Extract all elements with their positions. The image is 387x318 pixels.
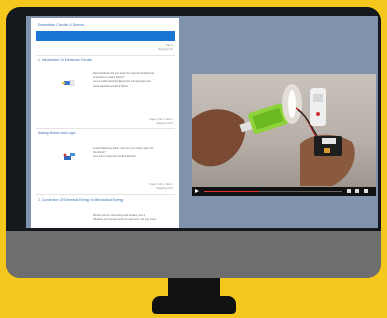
video-frame[interactable] (192, 74, 376, 187)
screen: Essentials: Circuits & Demos Part 1 Step… (26, 16, 378, 228)
video-controls (192, 187, 376, 196)
lesson-meta: Page 1 File 1 Task 1 Stepping 1/1 5 (150, 118, 173, 126)
lesson-line: Let us do it using the Control Remote. (93, 155, 137, 159)
section-title[interactable]: 2. Conversion Of Electrical Energy to Me… (38, 198, 123, 202)
divider (36, 55, 175, 56)
lesson-meta: Page 1 File 1 Task 1 Stepping 1/1 5 (150, 183, 173, 191)
course-header-bar (36, 31, 175, 41)
lesson-description: Dear Students! Do you know the central f… (93, 72, 159, 89)
video-player[interactable] (192, 74, 376, 196)
monitor-stand (168, 278, 220, 298)
lesson-line: parts required to build a Robot. (93, 84, 129, 88)
video-progress-bar[interactable] (204, 191, 342, 192)
divider (36, 194, 175, 195)
lesson-meta-line: Stepping 1/1 5 (156, 122, 173, 125)
divider (36, 128, 175, 129)
section-title[interactable]: Adding Motors and Logic (38, 131, 76, 135)
lesson-line: Students you connect and join and more. … (93, 218, 156, 222)
lesson-thumbnail[interactable] (61, 78, 77, 88)
lesson-line: Let us understand the Electronic Compone… (93, 80, 151, 84)
header-meta-line: Stepping 1/1 (158, 48, 173, 51)
video-progress-fill (204, 191, 260, 192)
header-meta: Part 1 Stepping 1/1 (158, 44, 173, 52)
video-content-illustration (192, 84, 355, 186)
fullscreen-icon[interactable] (364, 189, 368, 193)
lesson-meta-line: Stepping 1/1 5 (156, 187, 173, 190)
section-title[interactable]: 1. Introduction To Electronic Circuits (38, 58, 92, 62)
course-panel: Essentials: Circuits & Demos Part 1 Step… (31, 18, 179, 228)
lesson-thumbnail[interactable] (61, 152, 77, 162)
play-icon[interactable] (195, 189, 199, 193)
settings-icon[interactable] (355, 189, 359, 193)
volume-icon[interactable] (347, 189, 351, 193)
monitor-chin (6, 231, 381, 278)
monitor-base (152, 296, 236, 314)
lesson-description: Hi and Welcome back. How can you make Lo… (93, 147, 159, 160)
lesson-description: Would your be connecting and worked, isn… (93, 214, 159, 222)
course-title[interactable]: Essentials: Circuits & Demos (38, 23, 84, 27)
